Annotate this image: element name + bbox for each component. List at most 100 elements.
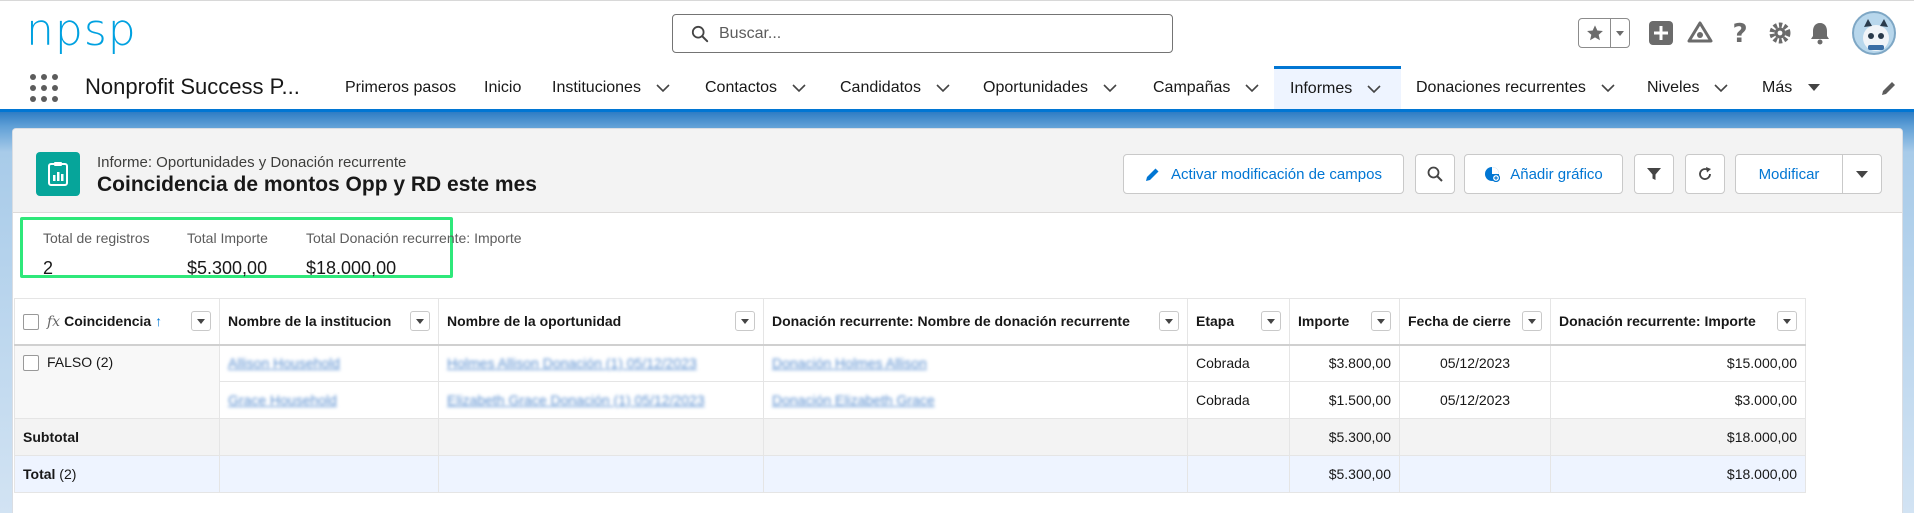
institution-name[interactable]: Grace Household <box>228 392 337 408</box>
column-header-coincidencia[interactable]: fx Coincidencia ↑ <box>14 298 220 346</box>
user-avatar[interactable] <box>1852 11 1896 55</box>
recurring-donation-link[interactable]: Donación Elizabeth Grace <box>763 381 1188 419</box>
subtotal-row: Subtotal $5.300,00 $18.000,00 <box>14 418 1806 456</box>
column-menu-chevron-down-icon[interactable] <box>1371 311 1391 332</box>
group-checkbox[interactable] <box>23 354 39 371</box>
opportunity-link[interactable]: Elizabeth Grace Donación (1) 05/12/2023 <box>438 381 764 419</box>
svg-text:?: ? <box>1732 20 1747 46</box>
global-search[interactable] <box>672 14 1173 53</box>
column-menu-chevron-down-icon[interactable] <box>191 311 211 332</box>
refresh-icon <box>1699 167 1711 180</box>
refresh-button[interactable] <box>1685 154 1725 194</box>
chevron-down-icon[interactable] <box>1713 80 1729 96</box>
column-label: Donación recurrente: Nombre de donación … <box>772 313 1130 330</box>
opportunity-name[interactable]: Holmes Allison Donación (1) 05/12/2023 <box>447 355 697 371</box>
empty-cell <box>219 418 439 456</box>
nav-item-label: Oportunidades <box>983 78 1088 96</box>
summary-label: Total Donación recurrente: Importe <box>306 230 522 246</box>
edit-nav-pencil-icon[interactable] <box>1880 79 1898 97</box>
global-add-icon[interactable] <box>1646 18 1676 48</box>
select-all-checkbox[interactable] <box>23 313 39 330</box>
sort-ascending-arrow-icon[interactable]: ↑ <box>155 313 162 329</box>
column-menu-chevron-down-icon[interactable] <box>1777 311 1797 332</box>
favorites-star-icon[interactable] <box>1579 19 1611 47</box>
column-label: Importe <box>1298 313 1350 330</box>
nav-item-label: Donaciones recurrentes <box>1416 78 1586 96</box>
recurring-donation-name[interactable]: Donación Holmes Allison <box>772 355 927 371</box>
chevron-down-icon[interactable] <box>935 80 951 96</box>
app-launcher-waffle-icon[interactable] <box>30 74 58 102</box>
nav-item-label: Más <box>1762 78 1793 96</box>
nav-item-instituciones[interactable]: Instituciones <box>552 66 671 109</box>
edit-report-button[interactable]: Modificar <box>1735 154 1843 194</box>
npsp-logo[interactable]: npsp <box>26 5 137 57</box>
favorites-menu-chevron-down-icon[interactable] <box>1611 19 1629 47</box>
empty-cell <box>1187 418 1290 456</box>
institution-name[interactable]: Allison Household <box>228 355 340 371</box>
more-actions-button[interactable] <box>1842 154 1882 194</box>
nav-item-label: Instituciones <box>552 78 641 96</box>
table-row: Grace Household Elizabeth Grace Donación… <box>15 381 1806 419</box>
chevron-down-icon[interactable] <box>791 80 807 96</box>
close-date-cell: 05/12/2023 <box>1399 344 1551 382</box>
filter-button[interactable] <box>1634 154 1674 194</box>
search-icon <box>691 25 709 42</box>
institution-link[interactable]: Grace Household <box>219 381 439 419</box>
nav-item-mas[interactable]: Más <box>1762 66 1822 109</box>
total-count: (2) <box>59 466 77 482</box>
empty-cell <box>763 418 1188 456</box>
column-label: Donación recurrente: Importe <box>1559 313 1756 330</box>
add-chart-button[interactable]: Añadir gráfico <box>1464 154 1623 194</box>
opportunity-name[interactable]: Elizabeth Grace Donación (1) 05/12/2023 <box>447 392 705 408</box>
column-header-etapa[interactable]: Etapa <box>1187 298 1290 346</box>
trailhead-icon[interactable] <box>1685 18 1715 48</box>
opportunity-link[interactable]: Holmes Allison Donación (1) 05/12/2023 <box>438 344 764 382</box>
column-header-importe[interactable]: Importe <box>1289 298 1400 346</box>
recurring-donation-name[interactable]: Donación Elizabeth Grace <box>772 392 935 408</box>
summary-label: Total Importe <box>187 230 268 246</box>
column-menu-chevron-down-icon[interactable] <box>1159 311 1179 332</box>
column-header-oportunidad[interactable]: Nombre de la oportunidad <box>438 298 764 346</box>
caret-down-icon[interactable] <box>1806 80 1822 96</box>
chevron-down-icon[interactable] <box>1366 81 1382 97</box>
column-label: Fecha de cierre <box>1408 313 1511 330</box>
amount-cell: $1.500,00 <box>1289 381 1400 419</box>
group-cell-falso: FALSO (2) <box>14 344 220 419</box>
report-table: fx Coincidencia ↑ Nombre de la institucio… <box>14 298 1806 493</box>
inline-edit-button[interactable]: Activar modificación de campos <box>1123 154 1404 194</box>
empty-cell <box>438 418 764 456</box>
column-menu-chevron-down-icon[interactable] <box>410 311 430 332</box>
recurring-donation-link[interactable]: Donación Holmes Allison <box>763 344 1188 382</box>
chevron-down-icon[interactable] <box>655 80 671 96</box>
chevron-down-icon[interactable] <box>1600 80 1616 96</box>
nav-item-donaciones-recurrentes[interactable]: Donaciones recurrentes <box>1416 66 1616 109</box>
column-menu-chevron-down-icon[interactable] <box>1522 311 1542 332</box>
nav-item-niveles[interactable]: Niveles <box>1647 66 1729 109</box>
summary-value: 2 <box>43 258 54 278</box>
table-header-row: fx Coincidencia ↑ Nombre de la institucio… <box>14 298 1806 346</box>
column-menu-chevron-down-icon[interactable] <box>1261 311 1281 332</box>
chevron-down-icon[interactable] <box>1102 80 1118 96</box>
nav-item-inicio[interactable]: Inicio <box>484 66 521 109</box>
chevron-down-icon[interactable] <box>1244 80 1260 96</box>
nav-item-informes[interactable]: Informes <box>1274 66 1401 109</box>
column-header-fecha-cierre[interactable]: Fecha de cierre <box>1399 298 1551 346</box>
nav-item-primeros-pasos[interactable]: Primeros pasos <box>345 66 456 109</box>
nav-item-campanas[interactable]: Campañas <box>1153 66 1260 109</box>
close-date-cell: 05/12/2023 <box>1399 381 1551 419</box>
column-header-rd-importe[interactable]: Donación recurrente: Importe <box>1550 298 1806 346</box>
search-input[interactable] <box>719 24 1159 43</box>
nav-item-oportunidades[interactable]: Oportunidades <box>983 66 1118 109</box>
nav-item-contactos[interactable]: Contactos <box>705 66 807 109</box>
empty-cell <box>763 455 1188 493</box>
column-menu-chevron-down-icon[interactable] <box>735 311 755 332</box>
nav-item-candidatos[interactable]: Candidatos <box>840 66 951 109</box>
settings-gear-icon[interactable] <box>1765 18 1795 48</box>
search-report-button[interactable] <box>1415 154 1455 194</box>
institution-link[interactable]: Allison Household <box>219 344 439 382</box>
notifications-bell-icon[interactable] <box>1805 18 1835 48</box>
column-header-institucion[interactable]: Nombre de la institucion <box>219 298 439 346</box>
column-header-donacion-recurrente-nombre[interactable]: Donación recurrente: Nombre de donación … <box>763 298 1188 346</box>
help-icon[interactable]: ? <box>1725 18 1755 48</box>
nav-item-label: Informes <box>1290 80 1353 97</box>
